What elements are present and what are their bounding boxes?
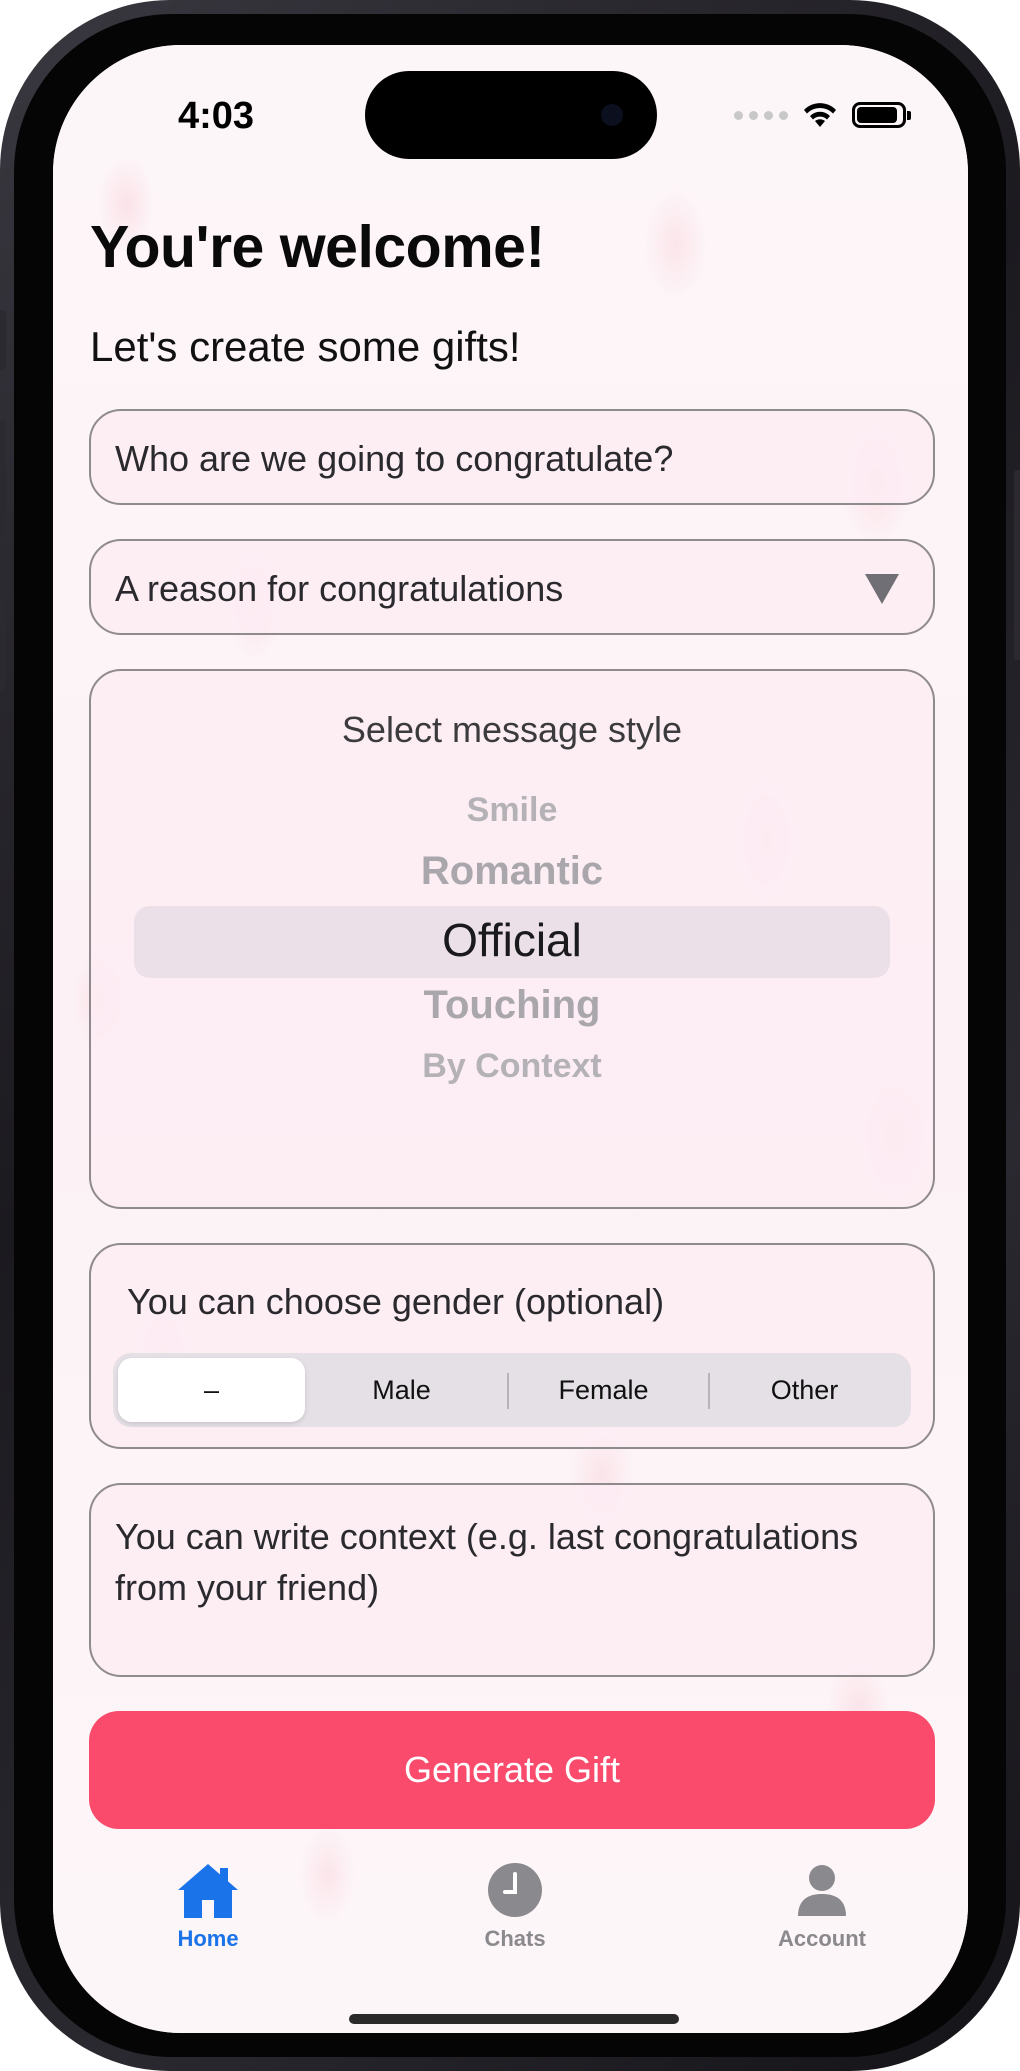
style-option-smile[interactable]: Smile xyxy=(91,791,933,830)
volume-up-button xyxy=(0,420,6,540)
style-option-by-context[interactable]: By Context xyxy=(91,1047,933,1086)
reason-dropdown[interactable]: A reason for congratulations xyxy=(89,539,935,635)
gender-segmented-control: – Male Female Other xyxy=(113,1353,911,1427)
recipient-input[interactable]: Who are we going to congratulate? xyxy=(89,409,935,505)
volume-down-button xyxy=(0,570,6,690)
reason-placeholder: A reason for congratulations xyxy=(115,568,564,609)
style-picker-label: Select message style xyxy=(341,709,683,750)
status-bar: 4:03 xyxy=(53,45,968,175)
page-title: You're welcome! xyxy=(90,214,545,280)
tab-chats-label: Chats xyxy=(484,1926,546,1951)
tab-home[interactable]: Home xyxy=(123,1860,293,1970)
front-camera xyxy=(601,104,623,126)
message-style-picker: Select message style Smile Romantic Offi… xyxy=(89,669,935,1209)
style-option-touching[interactable]: Touching xyxy=(91,983,933,1028)
gender-section: You can choose gender (optional) – Male … xyxy=(89,1243,935,1449)
home-indicator xyxy=(349,2014,679,2024)
gender-option-female[interactable]: Female xyxy=(510,1358,697,1422)
segment-divider xyxy=(507,1373,509,1409)
tab-bar: Home Chats Account xyxy=(53,1860,968,2000)
page-subtitle: Let's create some gifts! xyxy=(90,323,521,370)
gender-option-other[interactable]: Other xyxy=(711,1358,898,1422)
style-option-official[interactable]: Official xyxy=(91,913,933,967)
app-screen: 4:03 You're welcome! Let's create some g xyxy=(53,45,968,2033)
action-button xyxy=(0,310,6,370)
status-icons xyxy=(734,101,911,129)
style-option-romantic[interactable]: Romantic xyxy=(91,849,933,894)
recipient-placeholder: Who are we going to congratulate? xyxy=(115,438,674,479)
cellular-signal-icon xyxy=(734,110,788,120)
phone-frame: 4:03 You're welcome! Let's create some g xyxy=(0,0,1020,2071)
dropdown-triangle-icon xyxy=(865,574,899,604)
tab-account-label: Account xyxy=(778,1926,866,1951)
generate-gift-button[interactable]: Generate Gift xyxy=(89,1711,935,1829)
context-textarea[interactable]: You can write context (e.g. last congrat… xyxy=(89,1483,935,1677)
status-time: 4:03 xyxy=(178,95,255,137)
segment-divider xyxy=(708,1373,710,1409)
tab-home-label: Home xyxy=(177,1926,239,1951)
wifi-icon xyxy=(804,103,836,127)
power-button xyxy=(1014,470,1020,660)
battery-icon xyxy=(852,102,911,128)
context-placeholder: You can write context (e.g. last congrat… xyxy=(115,1516,859,1608)
gender-label: You can choose gender (optional) xyxy=(127,1281,665,1322)
house-icon xyxy=(178,1864,238,1918)
tab-account[interactable]: Account xyxy=(737,1860,907,1970)
dynamic-island xyxy=(365,71,657,159)
clock-icon xyxy=(488,1863,542,1917)
person-icon xyxy=(798,1865,846,1916)
tab-chats[interactable]: Chats xyxy=(430,1860,600,1970)
gender-option-male[interactable]: Male xyxy=(308,1358,495,1422)
gender-option-none[interactable]: – xyxy=(118,1358,305,1422)
